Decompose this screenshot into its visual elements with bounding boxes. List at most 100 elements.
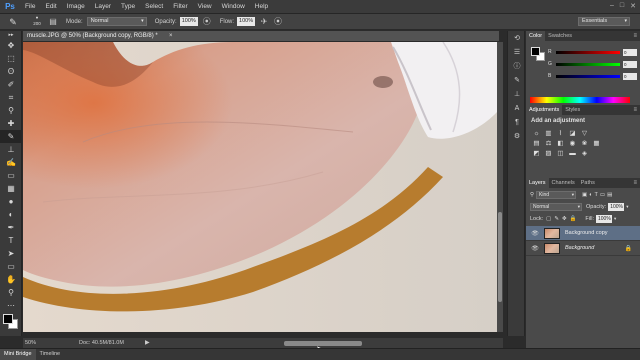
brush-panel-icon[interactable]: ✎ — [508, 73, 526, 87]
close-button[interactable]: ✕ — [630, 2, 636, 10]
brush-tool-icon[interactable]: ✎ — [0, 130, 22, 143]
layer-row-background[interactable]: 👁 Background 🔒 — [526, 241, 640, 256]
lock-options-icons[interactable]: ▢✎✥🔒 — [546, 216, 579, 222]
minimize-button[interactable]: – — [610, 2, 614, 10]
opacity-dropdown-icon[interactable]: ▾ — [626, 204, 628, 210]
red-value[interactable]: 0 — [623, 49, 637, 56]
selective-color-icon[interactable]: ◈ — [580, 150, 589, 158]
eyedropper-tool-icon[interactable]: ⚲ — [0, 104, 22, 117]
menu-file[interactable]: File — [20, 0, 40, 14]
paragraph-panel-icon[interactable]: ¶ — [508, 115, 526, 129]
tab-layers[interactable]: Layers — [526, 178, 549, 188]
document-canvas[interactable] — [23, 42, 497, 332]
menu-filter[interactable]: Filter — [168, 0, 192, 14]
close-document-icon[interactable]: × — [169, 31, 173, 42]
airbrush-icon[interactable]: ✈ — [259, 17, 269, 27]
layer-opacity-input[interactable]: 100% — [608, 203, 625, 211]
gradient-map-icon[interactable]: ▬ — [568, 150, 577, 158]
menu-image[interactable]: Image — [62, 0, 90, 14]
path-select-tool-icon[interactable]: ➤ — [0, 247, 22, 260]
maximize-button[interactable]: □ — [620, 2, 624, 10]
move-tool-icon[interactable]: ✥ — [0, 39, 22, 52]
curves-icon[interactable]: ⌇ — [556, 130, 565, 138]
opacity-pressure-icon[interactable]: ⦿ — [202, 17, 212, 27]
layers-panel-menu-icon[interactable]: ≡ — [633, 178, 640, 188]
quick-select-tool-icon[interactable]: ✐ — [0, 78, 22, 91]
tab-channels[interactable]: Channels — [549, 178, 578, 188]
layer-row-background-copy[interactable]: 👁 Background copy — [526, 226, 640, 241]
red-slider-bar[interactable] — [556, 51, 620, 54]
invert-icon[interactable]: ◩ — [532, 150, 541, 158]
green-slider-row[interactable]: G 0 — [548, 61, 638, 68]
tab-styles[interactable]: Styles — [562, 105, 583, 115]
shape-tool-icon[interactable]: ▭ — [0, 260, 22, 273]
info-panel-icon[interactable]: ⓘ — [508, 59, 526, 73]
exposure-icon[interactable]: ◪ — [568, 130, 577, 138]
threshold-icon[interactable]: ◫ — [556, 150, 565, 158]
blend-mode-select[interactable]: Normal — [530, 203, 582, 211]
color-spectrum-bar[interactable] — [530, 97, 630, 103]
healing-brush-tool-icon[interactable]: ✚ — [0, 117, 22, 130]
color-panel-foreground-swatch[interactable] — [531, 47, 540, 56]
status-menu-arrow-icon[interactable]: ▶ — [145, 338, 150, 348]
dodge-tool-icon[interactable]: ◐ — [0, 208, 22, 221]
fill-input[interactable]: 100% — [595, 215, 612, 223]
color-swatches[interactable] — [3, 314, 19, 330]
visibility-eye-icon[interactable]: 👁 — [530, 245, 540, 252]
document-tab[interactable]: muscle.JPG @ 50% (Background copy, RGB/8… — [23, 31, 499, 42]
green-value[interactable]: 0 — [623, 61, 637, 68]
fill-dropdown-icon[interactable]: ▾ — [614, 216, 616, 222]
marquee-tool-icon[interactable]: ⬚ — [0, 52, 22, 65]
blue-slider-bar[interactable] — [556, 75, 620, 78]
tab-paths[interactable]: Paths — [578, 178, 598, 188]
menu-help[interactable]: Help — [250, 0, 273, 14]
posterize-icon[interactable]: ▨ — [544, 150, 553, 158]
gradient-tool-icon[interactable]: ▦ — [0, 182, 22, 195]
green-slider-bar[interactable] — [556, 63, 620, 66]
color-lookup-icon[interactable]: ▦ — [592, 140, 601, 148]
vertical-scroll-thumb[interactable] — [498, 212, 502, 302]
eraser-tool-icon[interactable]: ▭ — [0, 169, 22, 182]
adjustments-panel-menu-icon[interactable]: ≡ — [633, 105, 640, 115]
workspace-select[interactable]: Essentials — [578, 17, 630, 26]
history-brush-tool-icon[interactable]: ✍ — [0, 156, 22, 169]
vibrance-icon[interactable]: ▽ — [580, 130, 589, 138]
size-pressure-icon[interactable]: ⦿ — [273, 17, 283, 27]
color-balance-icon[interactable]: ⚖ — [544, 140, 553, 148]
channel-mixer-icon[interactable]: ❀ — [580, 140, 589, 148]
type-tool-icon[interactable]: T — [0, 234, 22, 247]
menu-select[interactable]: Select — [140, 0, 168, 14]
mode-select[interactable]: Normal — [86, 17, 147, 26]
tool-presets-panel-icon[interactable]: ⚙ — [508, 129, 526, 143]
menu-layer[interactable]: Layer — [90, 0, 116, 14]
visibility-eye-icon[interactable]: 👁 — [530, 230, 540, 237]
tools-collapse-icon[interactable]: ▸▸ — [0, 31, 22, 39]
levels-icon[interactable]: ▥ — [544, 130, 553, 138]
menu-window[interactable]: Window — [217, 0, 250, 14]
hand-tool-icon[interactable]: ✋ — [0, 273, 22, 286]
properties-panel-icon[interactable]: ☰ — [508, 45, 526, 59]
brush-preset-icon[interactable]: ✎ — [6, 16, 20, 28]
blue-slider-row[interactable]: B 0 — [548, 73, 638, 80]
character-panel-icon[interactable]: A — [508, 101, 526, 115]
more-tools-icon[interactable]: ⋯ — [0, 299, 22, 312]
filter-type-icons[interactable]: ▣◐T▭▤ — [582, 192, 614, 198]
tab-timeline[interactable]: Timeline — [36, 349, 65, 360]
flow-input[interactable]: 100% — [237, 17, 256, 26]
layer-kind-select[interactable]: Kind — [536, 191, 577, 199]
menu-type[interactable]: Type — [116, 0, 140, 14]
brightness-contrast-icon[interactable]: ☼ — [532, 130, 541, 138]
horizontal-scrollbar[interactable] — [152, 338, 500, 348]
lasso-tool-icon[interactable]: ʘ — [0, 65, 22, 78]
zoom-tool-icon[interactable]: ⚲ — [0, 286, 22, 299]
red-slider-row[interactable]: R 0 — [548, 49, 638, 56]
zoom-level[interactable]: 50% — [25, 338, 36, 348]
tab-swatches[interactable]: Swatches — [545, 31, 575, 41]
foreground-color-swatch[interactable] — [3, 314, 13, 324]
opacity-input[interactable]: 100% — [179, 17, 198, 26]
menu-edit[interactable]: Edit — [40, 0, 61, 14]
blur-tool-icon[interactable]: ● — [0, 195, 22, 208]
tab-color[interactable]: Color — [526, 31, 546, 41]
history-panel-icon[interactable]: ⟲ — [508, 31, 526, 45]
menu-view[interactable]: View — [193, 0, 217, 14]
